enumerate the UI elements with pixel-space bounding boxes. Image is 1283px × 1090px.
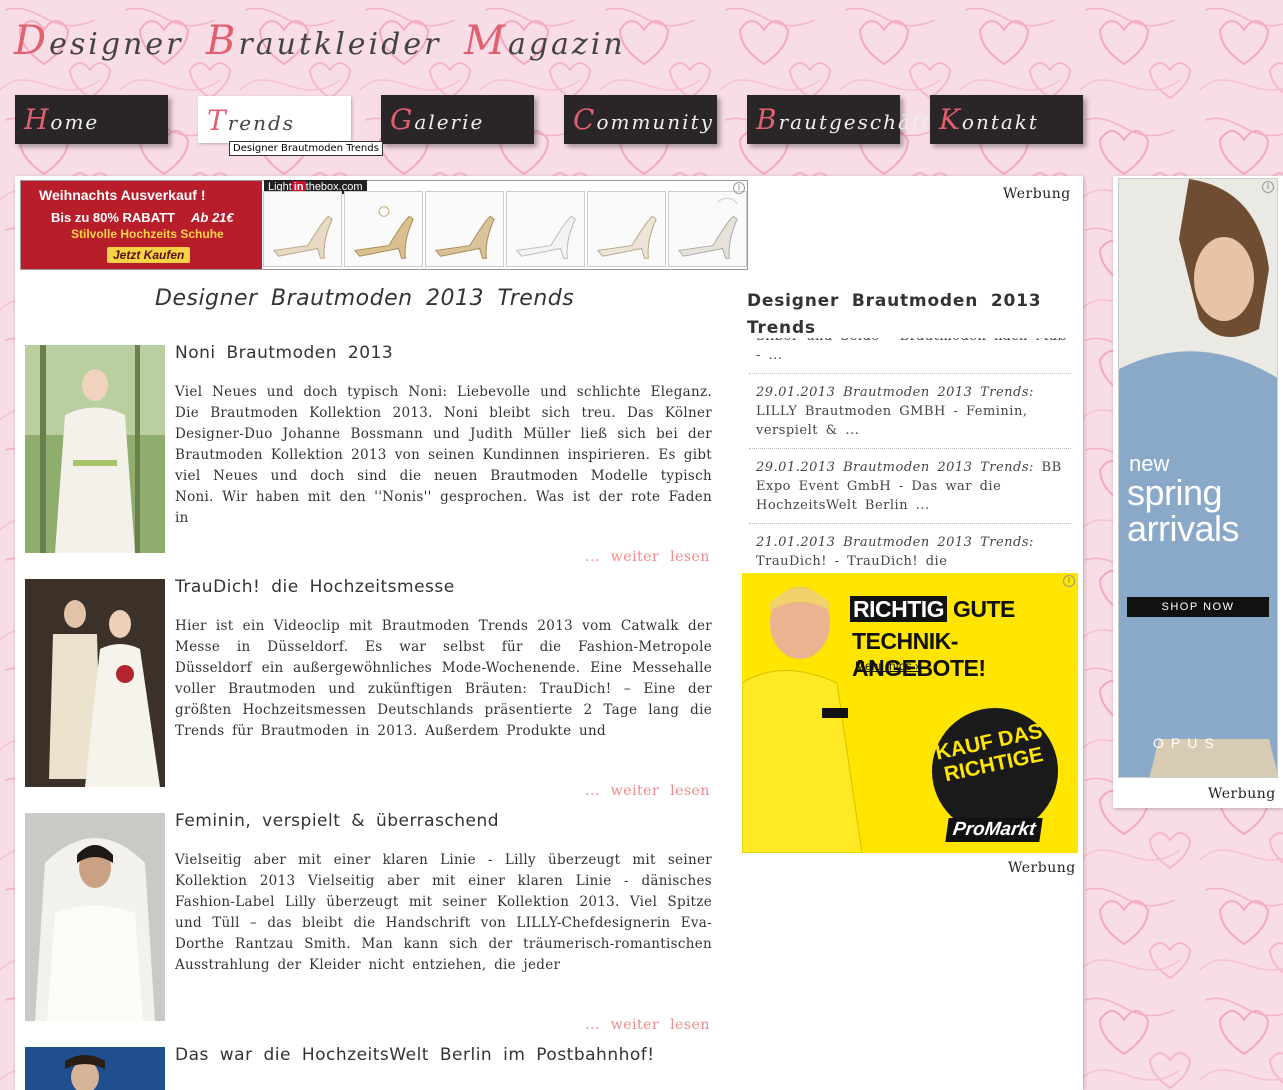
shoe-image[interactable] (506, 191, 585, 267)
banner-ad-discount: Bis zu 80% RABATT (51, 210, 175, 225)
promarkt-headline: RICHTIG GUTE (850, 596, 1015, 623)
promarkt-ad[interactable]: RICHTIG GUTE TECHNIK-ANGEBOTE! Mehr Info… (742, 573, 1078, 853)
banner-ad-price: Ab 21€ (191, 210, 234, 225)
read-more-link[interactable]: ... weiter lesen (585, 549, 710, 565)
ad-info-icon[interactable]: i (1262, 181, 1274, 193)
title-word-2: Brautkleider (206, 18, 442, 64)
article-excerpt: Hier ist ein Videoclip mit Brautmoden Tr… (175, 618, 712, 739)
banner-ad[interactable]: Weihnachts Ausverkauf ! Bis zu 80% RABAT… (20, 180, 748, 270)
sidebar-news-item[interactable]: 29.01.2013 Brautmoden 2013 Trends: LILLY… (749, 374, 1071, 449)
opus-shop-now-button[interactable]: SHOP NOW (1127, 597, 1269, 617)
article-title[interactable]: Das war die HochzeitsWelt Berlin im Post… (175, 1045, 655, 1065)
sidebar-news-item[interactable]: Silber und Seide - Brautmoden nach Maß -… (749, 338, 1071, 374)
nav-trends[interactable]: Trends (198, 96, 351, 143)
article-excerpt: Vielseitig aber mit einer klaren Linie -… (175, 852, 712, 973)
promarkt-more-link[interactable]: Mehr Infos » (855, 659, 922, 673)
nav-brautgeschaeft[interactable]: Brautgeschäft (747, 95, 929, 144)
opus-ad[interactable]: new spring arrivals SHOP NOW OPUS i (1118, 178, 1278, 778)
title-word-3: Magazin (463, 18, 626, 64)
ad-info-icon[interactable]: i (1063, 575, 1075, 587)
article-excerpt: Viel Neues und doch typisch Noni: Liebev… (175, 384, 712, 526)
title-word-1: Designer (14, 18, 184, 64)
sidebar-heading: Designer Brautmoden 2013 Trends (747, 291, 1042, 338)
article-thumbnail[interactable] (25, 813, 165, 1021)
sidebar-news-item[interactable]: 21.01.2013 Brautmoden 2013 Trends: TrauD… (749, 524, 1071, 572)
promarkt-person-image (742, 587, 862, 853)
nav-kontakt[interactable]: Kontakt (930, 95, 1083, 144)
nav-tooltip: Designer Brautmoden Trends (229, 141, 383, 156)
ad-label-middle: Werbung (1008, 860, 1076, 876)
opus-logo: OPUS (1153, 735, 1221, 751)
ad-label-top: Werbung (1003, 186, 1071, 202)
ad-info-icon[interactable]: i (733, 182, 745, 194)
site-title[interactable]: Designer Brautkleider Magazin (14, 18, 626, 64)
sidebar-news-item[interactable]: 29.01.2013 Brautmoden 2013 Trends: BB Ex… (749, 449, 1071, 524)
sidebar-news-list[interactable]: Silber und Seide - Brautmoden nach Maß -… (749, 338, 1071, 572)
article-title[interactable]: Noni Brautmoden 2013 (175, 343, 393, 363)
article-thumbnail[interactable] (25, 579, 165, 787)
shoe-image[interactable] (668, 191, 747, 267)
opus-headline: spring arrivals (1127, 472, 1240, 549)
read-more-link[interactable]: ... weiter lesen (585, 1017, 710, 1033)
shoe-image[interactable] (425, 191, 504, 267)
promarkt-headline-2: TECHNIK-ANGEBOTE! (852, 628, 986, 681)
banner-ad-cta-button[interactable]: Jetzt Kaufen (107, 247, 191, 263)
nav-home[interactable]: Home (15, 95, 168, 144)
shoe-image[interactable] (344, 191, 423, 267)
shoe-image[interactable] (587, 191, 666, 267)
shoe-image[interactable] (263, 191, 342, 267)
banner-ad-promo[interactable]: Weihnachts Ausverkauf ! Bis zu 80% RABAT… (21, 181, 262, 269)
article-thumbnail[interactable] (25, 345, 165, 553)
article-title[interactable]: Feminin, verspielt & überraschend (175, 811, 499, 831)
read-more-link[interactable]: ... weiter lesen (585, 783, 710, 799)
banner-ad-headline: Weihnachts Ausverkauf ! (39, 187, 206, 203)
nav-community[interactable]: Community (564, 95, 717, 144)
banner-ad-subline: Stilvolle Hochzeits Schuhe (71, 227, 224, 241)
page-title: Designer Brautmoden 2013 Trends (155, 286, 575, 311)
article-thumbnail[interactable] (25, 1047, 165, 1090)
nav-galerie[interactable]: Galerie (381, 95, 534, 144)
promarkt-logo: ProMarkt (945, 818, 1044, 842)
article-title[interactable]: TrauDich! die Hochzeitsmesse (175, 577, 455, 597)
ad-label-right: Werbung (1208, 786, 1276, 802)
